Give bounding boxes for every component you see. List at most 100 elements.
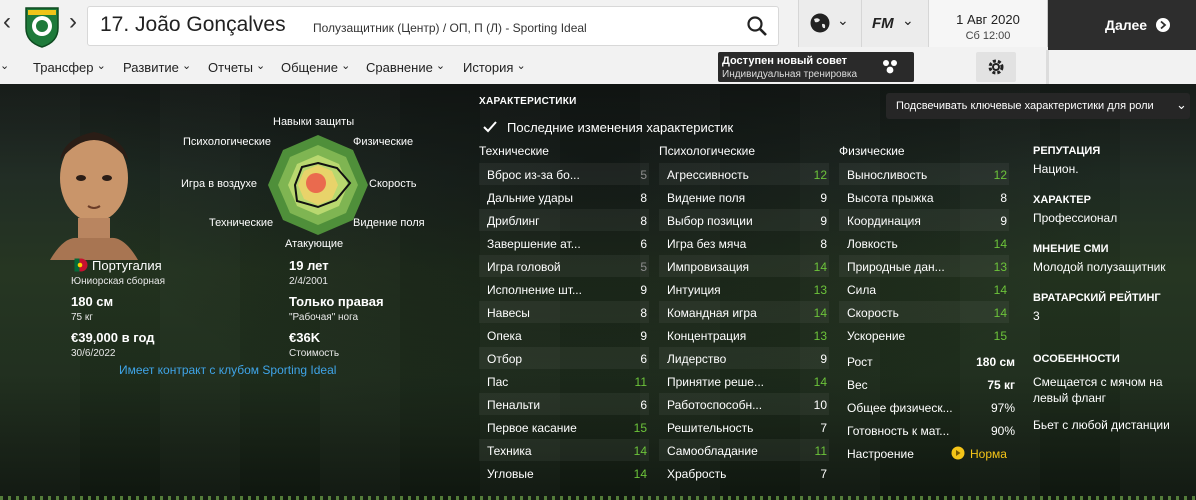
search-icon[interactable] xyxy=(746,15,768,37)
attribute-row[interactable]: Угловые 14 xyxy=(479,462,649,484)
attribute-row[interactable]: Природные дан... 13 xyxy=(839,255,1009,277)
attribute-row[interactable]: Дальние удары 8 xyxy=(479,186,649,208)
attr-value: 13 xyxy=(993,260,1007,274)
attr-name: Сила xyxy=(847,283,877,297)
attribute-row[interactable]: Дриблинг 8 xyxy=(479,209,649,231)
attribute-row[interactable]: Скорость 14 xyxy=(839,301,1009,323)
attr-value: 75 кг xyxy=(987,378,1015,392)
attribute-row[interactable]: Работоспособн... 10 xyxy=(659,393,829,415)
attr-value: 12 xyxy=(813,168,827,182)
attr-value: 8 xyxy=(640,191,647,205)
mental-header: Психологические xyxy=(659,144,756,158)
attr-value: 10 xyxy=(813,398,827,412)
attr-name: Высота прыжка xyxy=(847,191,934,205)
attr-name: Рост xyxy=(847,355,873,369)
attr-value: 13 xyxy=(813,329,827,343)
menu-communication[interactable]: Общение xyxy=(281,60,350,75)
attribute-row[interactable]: Навесы 8 xyxy=(479,301,649,323)
attribute-row[interactable]: Пенальти 6 xyxy=(479,393,649,415)
header: ‹ › 17. João Gonçalves Полузащитник (Цен… xyxy=(0,0,1196,84)
attr-name: Опека xyxy=(487,329,522,343)
advice-notification[interactable]: Доступен новый совет Индивидуальная трен… xyxy=(718,52,914,82)
attribute-row[interactable]: Видение поля 9 xyxy=(659,186,829,208)
attribute-row[interactable]: Храбрость 7 xyxy=(659,462,829,484)
attr-name: Видение поля xyxy=(667,191,746,205)
attribute-row[interactable]: Высота прыжка 8 xyxy=(839,186,1009,208)
attr-name: Пенальти xyxy=(487,398,541,412)
top-bar: ‹ › 17. João Gonçalves Полузащитник (Цен… xyxy=(0,0,1196,50)
fm-menu-button[interactable]: FM ⌄ xyxy=(861,0,928,47)
reputation-label: РЕПУТАЦИЯ xyxy=(1033,145,1101,157)
attribute-row[interactable]: Интуиция 13 xyxy=(659,278,829,300)
radar-label-mental: Психологические xyxy=(183,136,272,148)
attribute-row[interactable]: Лидерство 9 xyxy=(659,347,829,369)
globe-button[interactable]: ⌄ xyxy=(798,0,861,47)
continue-button[interactable]: Далее xyxy=(1048,0,1196,50)
attribute-row[interactable]: Отбор 6 xyxy=(479,347,649,369)
back-arrow-icon[interactable]: ‹ xyxy=(0,8,14,36)
attr-value: 14 xyxy=(813,375,827,389)
attribute-row[interactable]: Самообладание 11 xyxy=(659,439,829,461)
attr-name: Агрессивность xyxy=(667,168,749,182)
attr-name: Храбрость xyxy=(667,467,727,481)
settings-button[interactable] xyxy=(976,52,1016,82)
contract-link[interactable]: Имеет контракт с клубом Sporting Ideal xyxy=(119,363,336,377)
morale-row[interactable]: Настроение Норма xyxy=(839,442,1017,464)
menu-development[interactable]: Развитие xyxy=(123,60,191,75)
attr-value: 14 xyxy=(993,306,1007,320)
radar-label-technical: Технические xyxy=(209,217,274,229)
attribute-row[interactable]: Первое касание 15 xyxy=(479,416,649,438)
attr-value: 14 xyxy=(813,306,827,320)
menu-reports[interactable]: Отчеты xyxy=(208,60,265,75)
attr-name: Игра головой xyxy=(487,260,561,274)
menu-comparison[interactable]: Сравнение xyxy=(366,60,445,75)
attr-value: 5 xyxy=(640,168,647,182)
menu-overflow[interactable] xyxy=(0,60,9,75)
attribute-row[interactable]: Агрессивность 12 xyxy=(659,163,829,185)
player-name-box: 17. João Gonçalves Полузащитник (Центр) … xyxy=(87,6,779,46)
weight-text: 75 кг xyxy=(71,312,93,323)
condition-row: Общее физическ... 97% xyxy=(839,396,1017,418)
attribute-row[interactable]: Командная игра 14 xyxy=(659,301,829,323)
club-crest-icon xyxy=(25,7,59,48)
recent-changes-checkbox[interactable] xyxy=(482,119,498,135)
attribute-row[interactable]: Концентрация 13 xyxy=(659,324,829,346)
menu-transfer[interactable]: Трансфер xyxy=(33,60,106,75)
menu-history[interactable]: История xyxy=(463,60,526,75)
attr-name: Вброс из-за бо... xyxy=(487,168,580,182)
attribute-row[interactable]: Исполнение шт... 9 xyxy=(479,278,649,300)
gk-rating-value: 3 xyxy=(1033,309,1040,323)
birth-date-text: 2/4/2001 xyxy=(289,276,328,287)
attribute-row[interactable]: Ловкость 14 xyxy=(839,232,1009,254)
attribute-row[interactable]: Опека 9 xyxy=(479,324,649,346)
attribute-row[interactable]: Техника 14 xyxy=(479,439,649,461)
forward-arrow-icon[interactable]: › xyxy=(66,8,80,36)
attr-name: Концентрация xyxy=(667,329,747,343)
attribute-row[interactable]: Сила 14 xyxy=(839,278,1009,300)
attr-name: Пас xyxy=(487,375,509,389)
attribute-row[interactable]: Выбор позиции 9 xyxy=(659,209,829,231)
chevron-down-icon: ⌄ xyxy=(1176,97,1187,112)
date-panel[interactable]: 1 Авг 2020 Сб 12:00 xyxy=(928,0,1048,47)
attr-value: 9 xyxy=(1000,214,1007,228)
attr-value: 6 xyxy=(640,398,647,412)
bottom-stripe xyxy=(0,496,1196,500)
attr-name: Ловкость xyxy=(847,237,898,251)
attr-name: Выносливость xyxy=(847,168,928,182)
attribute-row[interactable]: Ускорение 15 xyxy=(839,324,1009,346)
attribute-row[interactable]: Решительность 7 xyxy=(659,416,829,438)
gk-rating-label: ВРАТАРСКИЙ РЕЙТИНГ xyxy=(1033,292,1161,304)
attribute-row[interactable]: Завершение ат... 6 xyxy=(479,232,649,254)
attr-value: 11 xyxy=(814,444,827,458)
attribute-row[interactable]: Вброс из-за бо... 5 xyxy=(479,163,649,185)
attribute-row[interactable]: Принятие реше... 14 xyxy=(659,370,829,392)
attribute-row[interactable]: Пас 11 xyxy=(479,370,649,392)
attribute-row[interactable]: Выносливость 12 xyxy=(839,163,1009,185)
attribute-row[interactable]: Импровизация 14 xyxy=(659,255,829,277)
highlight-role-dropdown[interactable]: Подсвечивать ключевые характеристики для… xyxy=(886,93,1190,119)
nation-text[interactable]: Португалия xyxy=(92,258,162,273)
attribute-row[interactable]: Игра без мяча 8 xyxy=(659,232,829,254)
technical-header: Технические xyxy=(479,144,549,158)
attribute-row[interactable]: Координация 9 xyxy=(839,209,1009,231)
attribute-row[interactable]: Игра головой 5 xyxy=(479,255,649,277)
